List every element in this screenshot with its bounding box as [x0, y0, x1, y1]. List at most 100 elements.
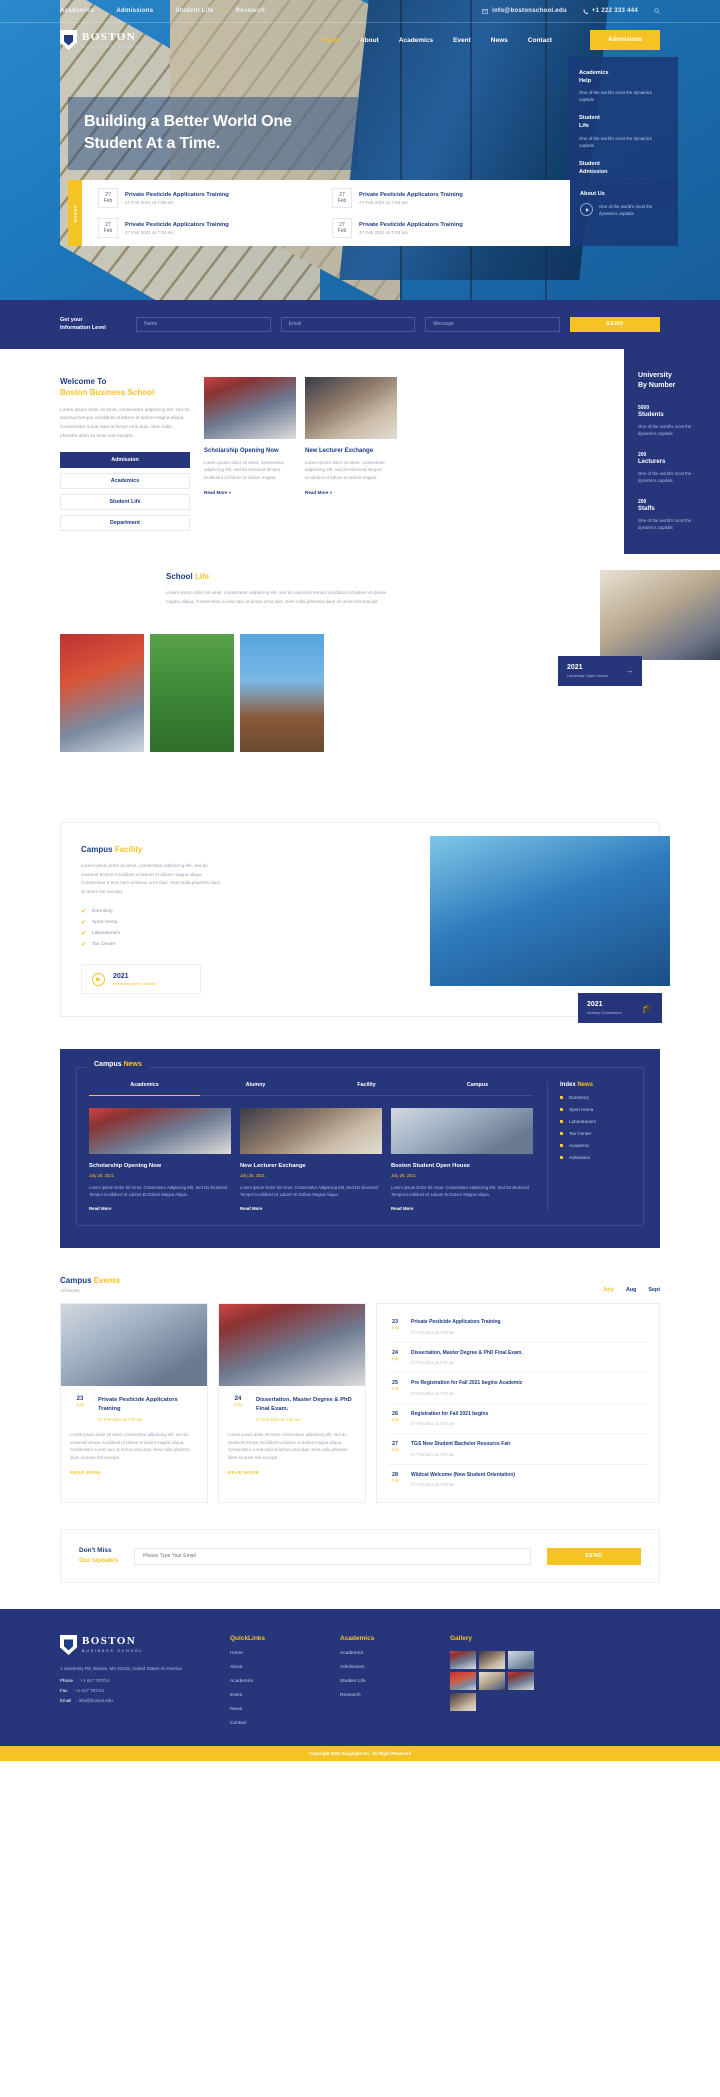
footer-link-student-life[interactable]: Student Life	[340, 1679, 430, 1684]
welcome-card[interactable]: New Lecturer Exchange Lorem ipsum dolor …	[305, 376, 397, 537]
tab-academics[interactable]: Academics	[89, 1082, 200, 1097]
search-icon[interactable]	[654, 8, 660, 14]
topbar-link-admissions[interactable]: Admissions	[116, 8, 153, 14]
nav-item-event[interactable]: Event	[453, 37, 471, 44]
message-input[interactable]	[425, 316, 561, 332]
news-item[interactable]: Scholarship Opening Now July 26, 2021 Lo…	[89, 1108, 231, 1211]
read-more-link[interactable]: Read More »	[305, 490, 397, 495]
welcome-card[interactable]: Scholarship Opening Now Lorem ipsum dolo…	[204, 376, 296, 537]
arrow-right-icon[interactable]: →	[626, 668, 633, 675]
name-input[interactable]	[136, 316, 271, 332]
topbar-link-research[interactable]: Research	[236, 8, 265, 14]
gallery-thumb[interactable]	[450, 1692, 476, 1711]
event-month: July	[76, 1402, 84, 1408]
gallery-thumb[interactable]	[508, 1650, 534, 1669]
footer-logo[interactable]: BOSTON BUSINESS SCHOOL	[60, 1634, 210, 1655]
send-button[interactable]: SEND	[570, 316, 661, 332]
school-life-badge[interactable]: 2021 University Open House →	[558, 656, 642, 687]
admissions-button[interactable]: Admissions	[589, 30, 660, 50]
facility-video-badge[interactable]: ▶ 2021 University Better Facility	[81, 964, 201, 995]
nav-item-contact[interactable]: Contact	[528, 37, 552, 44]
footer-link-contact[interactable]: Contact	[230, 1721, 320, 1726]
welcome-menu-academics[interactable]: Academics	[60, 473, 190, 490]
read-more-link[interactable]: Read More »	[204, 490, 296, 495]
news-item-title: Scholarship Opening Now	[89, 1163, 162, 1170]
stat-value: 200	[638, 451, 647, 458]
news-item[interactable]: New Lecturer Exchange July 26, 2021 Lore…	[240, 1108, 382, 1211]
hero-event-item[interactable]: 27 Feb Private Pesticide Applicators Trai…	[326, 183, 560, 213]
topbar-link-student-life[interactable]: Student Life	[175, 8, 213, 14]
nav-item-home[interactable]: Home	[322, 37, 340, 44]
footer-link-academics2[interactable]: Academics	[340, 1651, 430, 1656]
hero-event-item[interactable]: 27 Feb Private Pesticide Applicators Trai…	[92, 213, 326, 243]
gallery-thumb[interactable]	[450, 1650, 476, 1669]
footer-link-admissions[interactable]: Admissions	[340, 1665, 430, 1670]
event-list-item[interactable]: 26 July Registration for Fall 2021 begins…	[387, 1404, 649, 1435]
nav-item-news[interactable]: News	[491, 37, 508, 44]
welcome-menu-admission[interactable]: Admission	[60, 452, 190, 469]
nav-item-about[interactable]: About	[360, 37, 379, 44]
footer-link-academics[interactable]: Academics	[230, 1679, 320, 1684]
month-aug[interactable]: Aug	[626, 1287, 636, 1293]
gallery-thumb[interactable]	[479, 1671, 505, 1690]
index-item[interactable]: Tax Center	[560, 1131, 631, 1136]
index-item[interactable]: Admission	[560, 1155, 631, 1160]
events-title-1: Campus	[60, 1276, 92, 1286]
topbar-email[interactable]: info@bostonschool.edu	[482, 8, 567, 14]
play-icon[interactable]	[580, 203, 593, 216]
event-list-item[interactable]: 28 July Wildcat Welcome (New Student Orie…	[387, 1465, 649, 1495]
about-us-box[interactable]: About Us One of the world's most the dyn…	[570, 180, 678, 246]
footer-link-event[interactable]: Event	[230, 1693, 320, 1698]
read-more-link[interactable]: READ MORE	[70, 1470, 198, 1475]
hero-card-student-life[interactable]: Student Life One of the world's most the…	[579, 114, 667, 148]
school-life-gallery	[60, 634, 660, 753]
month-july[interactable]: July	[603, 1287, 614, 1293]
event-list-item[interactable]: 27 July TGS New Student Bachelor Resource…	[387, 1434, 649, 1465]
newsletter-send-button[interactable]: SEND	[547, 1547, 641, 1565]
hero-card-academics-help[interactable]: Academics Help One of the world's most t…	[579, 69, 667, 103]
gallery-thumb[interactable]	[450, 1671, 476, 1690]
play-icon[interactable]: ▶	[92, 972, 105, 986]
event-title: Registration for Fall 2021 begins	[411, 1410, 489, 1417]
topbar-link-academics[interactable]: Academics	[60, 8, 94, 14]
month-sept[interactable]: Sept	[648, 1287, 660, 1293]
event-list-item[interactable]: 25 July Pre Registration for Fall 2021 be…	[387, 1373, 649, 1404]
footer-link-home[interactable]: Home	[230, 1651, 320, 1656]
index-item[interactable]: Laboratorium	[560, 1119, 631, 1124]
read-more-link[interactable]: READ MORE	[228, 1470, 356, 1475]
gallery-thumb[interactable]	[508, 1671, 534, 1690]
footer-link-research[interactable]: Research	[340, 1693, 430, 1698]
main-navbar: BOSTON BUSINESS SCHOOL Home About Academ…	[0, 22, 720, 58]
index-item[interactable]: Sport Arena	[560, 1107, 631, 1112]
tab-campus[interactable]: Campus	[422, 1082, 533, 1097]
event-list-item[interactable]: 23 July Private Pesticide Applicators Tra…	[387, 1312, 649, 1343]
event-card[interactable]: 24 July Dissertation, Master Degree & PhD…	[218, 1303, 366, 1504]
welcome-menu-department[interactable]: Department	[60, 515, 190, 532]
gallery-thumb[interactable]	[479, 1650, 505, 1669]
index-item[interactable]: Dormitory	[560, 1095, 631, 1100]
hero-event-item[interactable]: 27 Feb Private Pesticide Applicators Trai…	[326, 213, 560, 243]
event-date: 27 Feb 2021 at 7:00 am	[411, 1329, 455, 1335]
topbar-phone[interactable]: +1 222 333 444	[583, 8, 638, 14]
read-more-link[interactable]: Read More	[391, 1206, 533, 1211]
nav-item-academics[interactable]: Academics	[399, 37, 433, 44]
index-item[interactable]: Academic	[560, 1143, 631, 1148]
email-input[interactable]	[280, 316, 416, 332]
footer-link-about[interactable]: About	[230, 1665, 320, 1670]
welcome-menu-student-life[interactable]: Student Life	[60, 494, 190, 511]
event-title: TGS New Student Bachelor Resource Fair	[411, 1441, 511, 1448]
event-list-item[interactable]: 24 July Dissertation, Master Degree & PhD…	[387, 1343, 649, 1374]
news-item[interactable]: Boston Student Open House July 26, 2021 …	[391, 1108, 533, 1211]
tab-alumny[interactable]: Alumny	[200, 1082, 311, 1097]
newsletter-email-input[interactable]	[134, 1547, 531, 1565]
tab-facility[interactable]: Facility	[311, 1082, 422, 1097]
card-text: Lorem ipsum dolor sit amet, consectetur …	[204, 459, 285, 481]
read-more-link[interactable]: Read More	[89, 1206, 231, 1211]
alumny-connection-badge[interactable]: 2021 Alumny Connection 🎓	[578, 993, 662, 1024]
event-card-date: 27 Feb 2021 at 7:00 am	[98, 1417, 143, 1423]
read-more-link[interactable]: Read More	[240, 1206, 382, 1211]
brand-logo[interactable]: BOSTON BUSINESS SCHOOL	[60, 30, 143, 50]
footer-link-news[interactable]: News	[230, 1707, 320, 1712]
event-card[interactable]: 23 July Private Pesticide Applicators Tra…	[60, 1303, 208, 1504]
hero-event-item[interactable]: 27 Feb Private Pesticide Applicators Trai…	[92, 183, 326, 213]
